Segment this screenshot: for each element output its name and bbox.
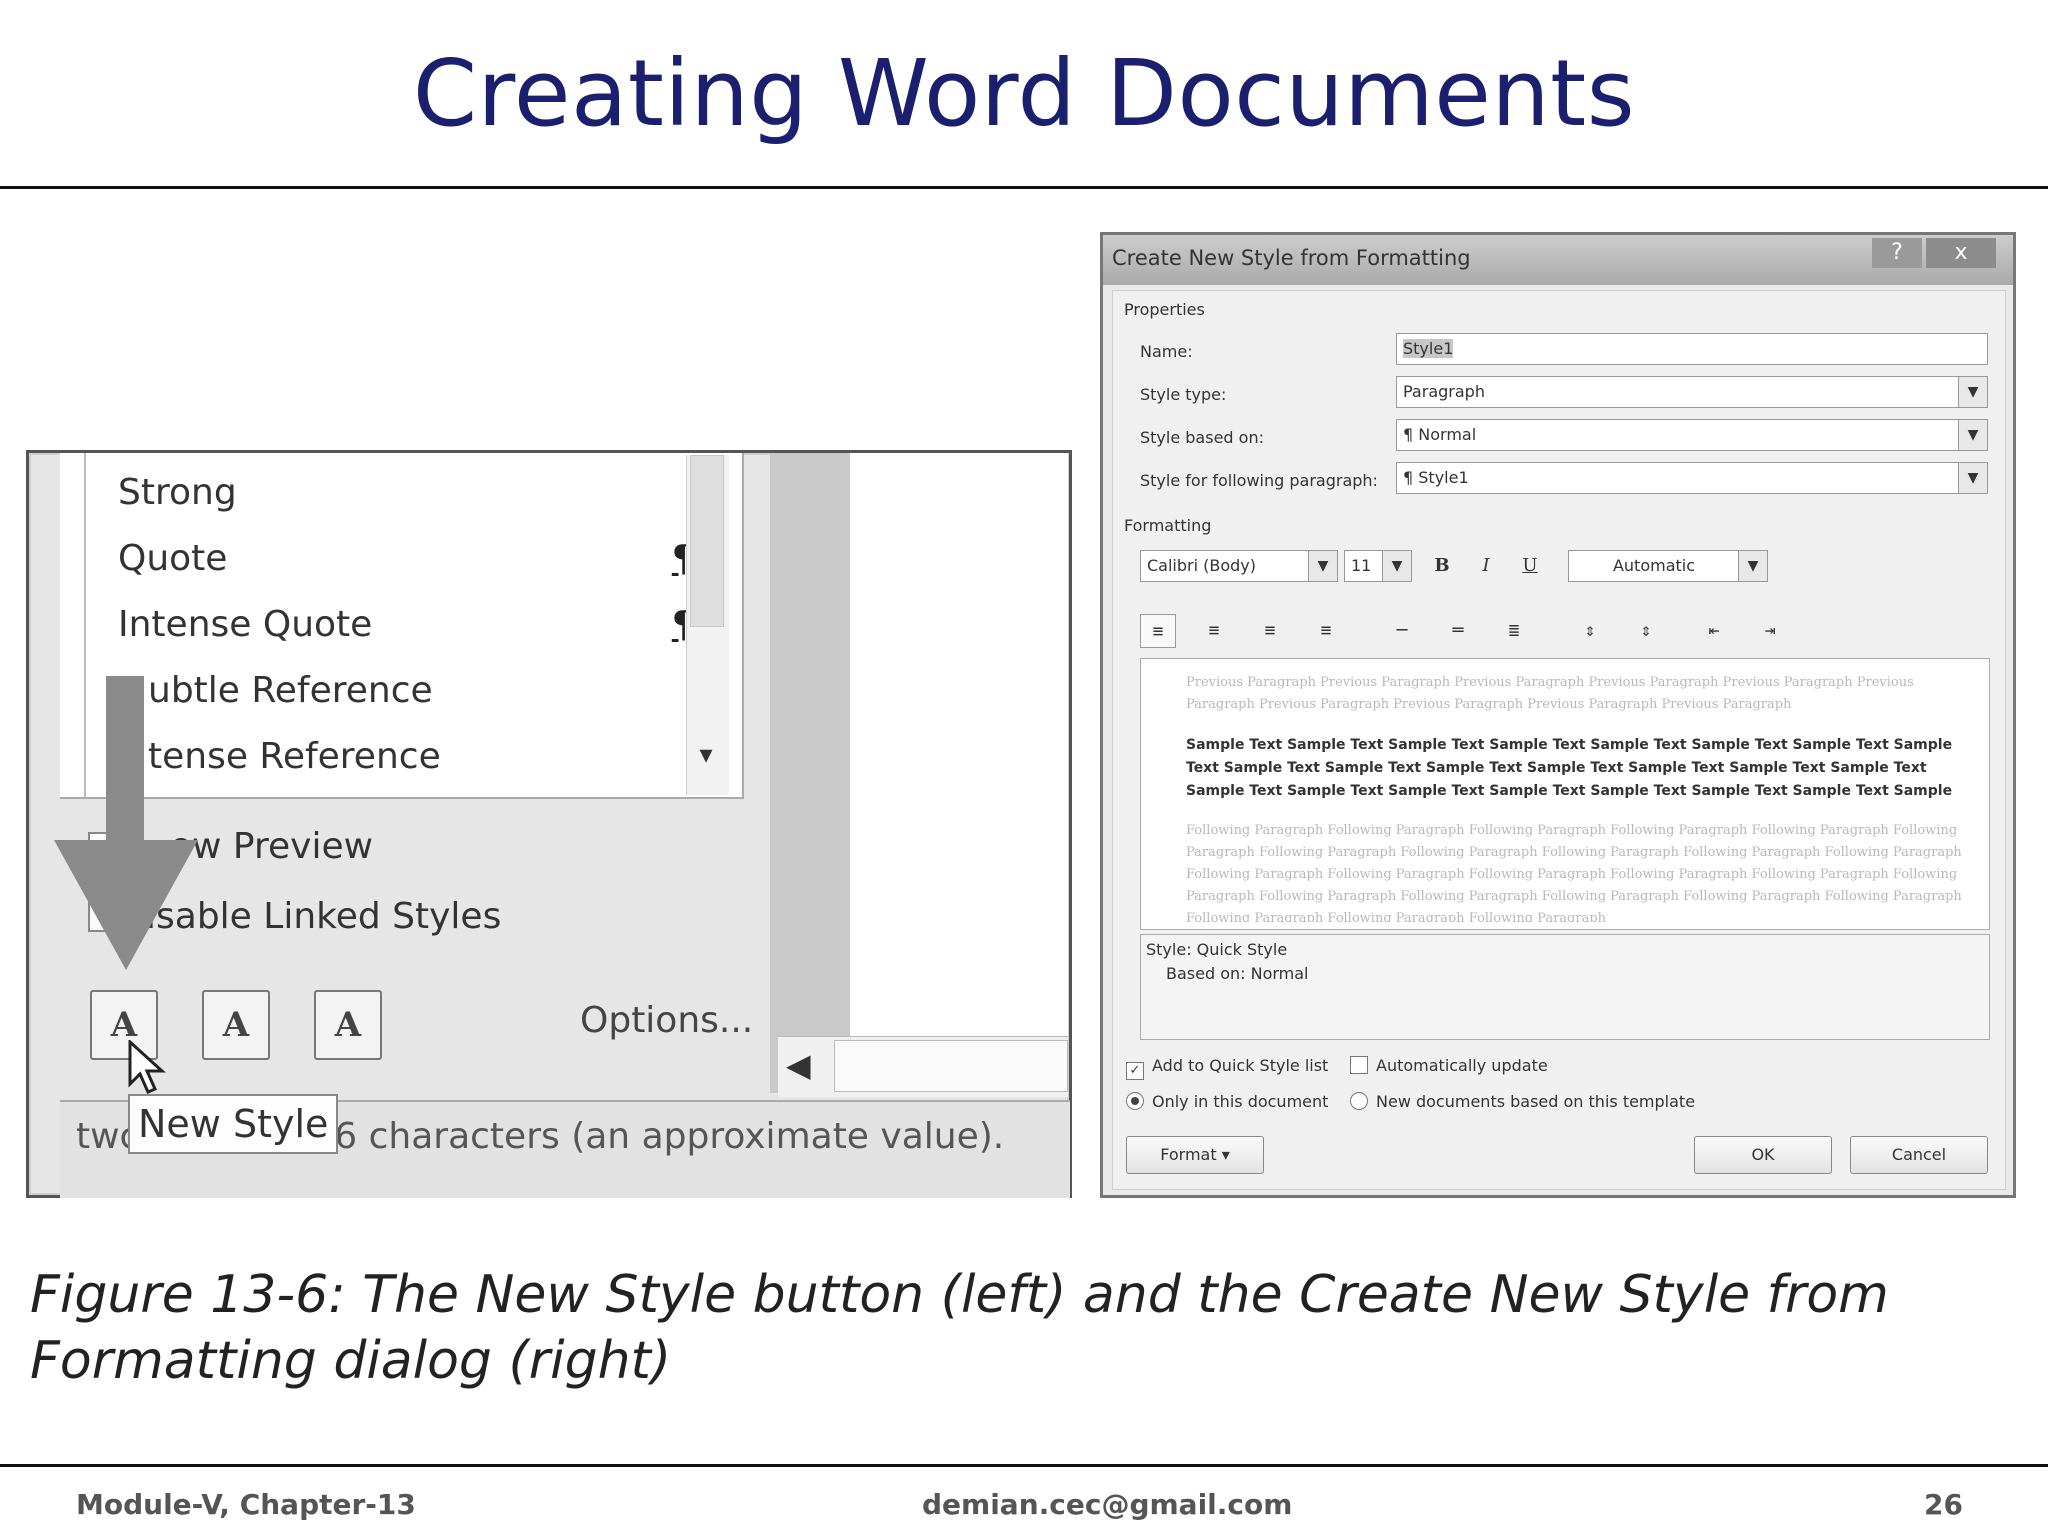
style-item-intense-quote[interactable]: Intense Quote ¶a [118,604,718,646]
document-area [850,453,1068,1053]
style-type-value: Paragraph [1403,382,1485,401]
chevron-down-icon[interactable]: ▼ [1738,551,1767,581]
style-item-label: Quote [118,538,228,579]
options-link[interactable]: Options... [580,1000,753,1041]
decrease-indent-icon[interactable]: ⇤ [1696,614,1732,648]
mouse-pointer-icon [128,1038,168,1100]
footer-rule [0,1464,2048,1467]
justify-icon[interactable]: ≡ [1308,614,1344,648]
scroll-left-icon[interactable]: ◀ [786,1046,811,1084]
chevron-down-icon[interactable]: ▼ [1382,551,1411,581]
new-style-icon: A [110,1005,138,1045]
title-rule [0,186,2048,189]
underline-button[interactable]: U [1516,550,1544,582]
cancel-button[interactable]: Cancel [1850,1136,1988,1174]
following-paragraph-value: ¶ Style1 [1403,468,1469,487]
align-left-icon[interactable]: ≡ [1140,614,1176,648]
sample-text: Sample Text Sample Text Sample Text Samp… [1186,737,1953,799]
only-this-document-radio[interactable]: Only in this document [1126,1092,1328,1111]
font-value: Calibri (Body) [1147,556,1257,575]
add-quick-style-label: Add to Quick Style list [1152,1056,1329,1075]
align-center-icon[interactable]: ≡ [1196,614,1232,648]
checkbox-checked-icon[interactable]: ✓ [1126,1062,1144,1080]
chevron-down-icon[interactable]: ▼ [1958,377,1987,407]
based-on-value: ¶ Normal [1403,425,1477,444]
auto-update-checkbox[interactable]: Automatically update [1350,1056,1548,1075]
font-color-select[interactable]: Automatic ▼ [1568,550,1768,582]
only-this-document-label: Only in this document [1152,1092,1329,1111]
new-documents-radio[interactable]: New documents based on this template [1350,1092,1695,1111]
dialog-title: Create New Style from Formatting [1112,246,1471,270]
style-inspector-button[interactable]: A [202,990,270,1060]
single-spacing-icon[interactable]: ─ [1384,614,1420,648]
style-item-label: ubtle Reference [148,670,433,711]
bold-button[interactable]: B [1428,550,1456,582]
new-style-tooltip: New Style [128,1094,339,1154]
footer-module: Module-V, Chapter-13 [76,1488,416,1521]
following-paragraph-select[interactable]: ¶ Style1 ▼ [1396,462,1988,494]
style-item-label: Strong [118,472,237,513]
auto-update-label: Automatically update [1376,1056,1548,1075]
new-documents-label: New documents based on this template [1376,1092,1696,1111]
radio-icon[interactable] [1350,1092,1368,1110]
figure-caption: Figure 13-6: The New Style button (left)… [30,1265,1889,1391]
description-line: Style: Quick Style [1146,940,1288,959]
chevron-down-icon[interactable]: ▼ [1958,420,1987,450]
name-value: Style1 [1403,339,1454,358]
style-type-select[interactable]: Paragraph ▼ [1396,376,1988,408]
radio-selected-icon[interactable] [1126,1092,1144,1110]
style-item-strong[interactable]: Strong a [118,472,718,514]
style-item-quote[interactable]: Quote ¶a [118,538,718,580]
manage-styles-icon: A [334,1005,362,1045]
space-after-icon[interactable]: ⇕ [1628,614,1664,648]
properties-heading: Properties [1124,300,1205,319]
ok-button[interactable]: OK [1694,1136,1832,1174]
chevron-down-icon[interactable]: ▼ [1308,551,1337,581]
style-item-label: tense Reference [148,736,441,777]
pane-gutter [770,453,850,1093]
scroll-down-icon[interactable]: ▾ [692,740,720,770]
chevron-down-icon[interactable]: ▼ [1958,463,1987,493]
format-button[interactable]: Format ▾ [1126,1136,1264,1174]
based-on-label: Style based on: [1140,428,1264,447]
scrollbar-thumb[interactable] [690,455,724,627]
callout-arrow-head [54,840,198,970]
style-item-subtle-reference[interactable]: ubtle Reference a [118,670,718,712]
name-input[interactable]: Style1 [1396,333,1988,365]
checkbox-icon[interactable] [1350,1056,1368,1074]
font-size-value: 11 [1351,556,1372,575]
close-icon[interactable]: x [1926,238,1996,268]
increase-indent-icon[interactable]: ⇥ [1752,614,1788,648]
page-number: 26 [1924,1488,1963,1521]
align-right-icon[interactable]: ≡ [1252,614,1288,648]
manage-styles-button[interactable]: A [314,990,382,1060]
following-paragraph-label: Style for following paragraph: [1140,471,1378,490]
italic-button[interactable]: I [1472,550,1500,582]
font-size-select[interactable]: 11 ▼ [1344,550,1412,582]
style-item-label: Intense Quote [118,604,373,645]
double-spacing-icon[interactable]: ≣ [1496,614,1532,648]
formatting-heading: Formatting [1124,516,1212,535]
status-text-end: 46 characters (an approximate value). [311,1116,1005,1157]
style-inspector-icon: A [222,1005,250,1045]
following-paragraph-text: Following Paragraph Following Paragraph … [1186,823,1962,922]
add-quick-style-checkbox[interactable]: ✓ Add to Quick Style list [1126,1056,1328,1080]
slide-title: Creating Word Documents [412,40,1636,147]
horizontal-scroll-track[interactable] [834,1040,1068,1092]
previous-paragraph-text: Previous Paragraph Previous Paragraph Pr… [1186,675,1914,712]
description-line: Based on: Normal [1166,964,1309,983]
style-item-intense-reference[interactable]: tense Reference a [118,736,718,778]
style-type-label: Style type: [1140,385,1227,404]
one-half-spacing-icon[interactable]: ═ [1440,614,1476,648]
font-select[interactable]: Calibri (Body) ▼ [1140,550,1338,582]
footer-email: demian.cec@gmail.com [922,1488,1293,1521]
based-on-select[interactable]: ¶ Normal ▼ [1396,419,1988,451]
font-color-value: Automatic [1612,556,1696,575]
help-icon[interactable]: ? [1872,238,1922,268]
name-label: Name: [1140,342,1193,361]
space-before-icon[interactable]: ⇕ [1572,614,1608,648]
